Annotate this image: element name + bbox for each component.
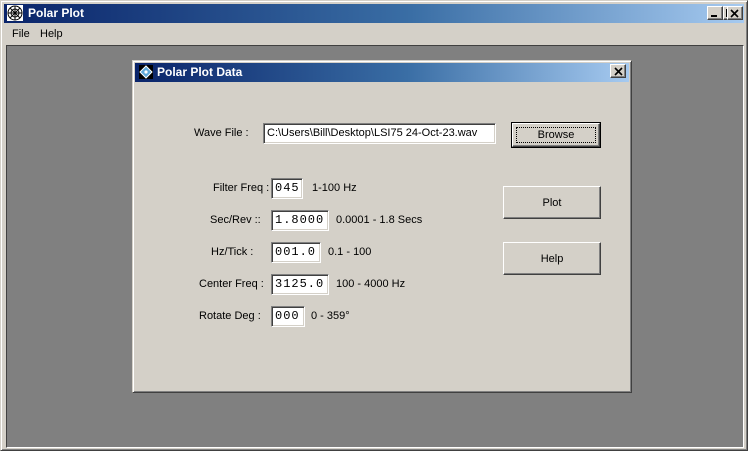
center-freq-range: 100 - 4000 Hz — [336, 278, 406, 290]
title-bar[interactable]: Polar Plot — [4, 4, 744, 23]
close-icon — [614, 67, 623, 76]
sec-rev-field[interactable]: 1.8000 — [271, 210, 329, 231]
center-freq-field[interactable]: 3125.0 — [271, 274, 329, 295]
polar-plot-data-dialog: Polar Plot Data Wave File : C:\Users\Bil… — [132, 60, 632, 393]
minimize-icon — [711, 15, 717, 17]
rotate-deg-label: Rotate Deg : — [199, 310, 261, 322]
rotate-deg-field[interactable]: 000 — [271, 306, 305, 327]
help-button-label: Help — [540, 252, 564, 265]
close-icon — [730, 9, 739, 18]
filter-freq-range: 1-100 Hz — [312, 182, 357, 194]
help-button[interactable]: Help — [503, 242, 601, 275]
filter-freq-label: Filter Freq : — [213, 182, 270, 194]
menu-bar: File Help — [4, 25, 744, 44]
rotate-deg-range: 0 - 359° — [311, 310, 350, 322]
wave-file-label: Wave File : — [194, 127, 249, 139]
filter-freq-field[interactable]: 045 — [271, 178, 303, 199]
menu-file[interactable]: File — [12, 28, 30, 40]
diamond-icon — [139, 65, 153, 79]
main-window: Polar Plot File Help Polar Plot Data Wav… — [0, 0, 748, 451]
center-freq-label: Center Freq : — [199, 278, 264, 290]
plot-button[interactable]: Plot — [503, 186, 601, 219]
browse-button[interactable]: Browse — [511, 122, 601, 148]
window-title: Polar Plot — [28, 6, 85, 20]
wave-file-field[interactable]: C:\Users\Bill\Desktop\LSI75 24-Oct-23.wa… — [263, 123, 496, 144]
close-button[interactable] — [727, 6, 743, 20]
plot-button-label: Plot — [542, 196, 562, 209]
dialog-title-bar[interactable]: Polar Plot Data — [135, 63, 629, 82]
sec-rev-label: Sec/Rev :: — [210, 214, 261, 226]
polar-plot-icon — [7, 5, 23, 21]
hz-tick-field[interactable]: 001.0 — [271, 242, 321, 263]
dialog-close-button[interactable] — [610, 64, 626, 78]
dialog-title: Polar Plot Data — [157, 65, 243, 79]
hz-tick-range: 0.1 - 100 — [328, 246, 372, 258]
minimize-button[interactable] — [707, 6, 723, 20]
menu-help[interactable]: Help — [40, 28, 63, 40]
hz-tick-label: Hz/Tick : — [211, 246, 254, 258]
sec-rev-range: 0.0001 - 1.8 Secs — [336, 214, 423, 226]
focus-rectangle — [516, 127, 596, 143]
